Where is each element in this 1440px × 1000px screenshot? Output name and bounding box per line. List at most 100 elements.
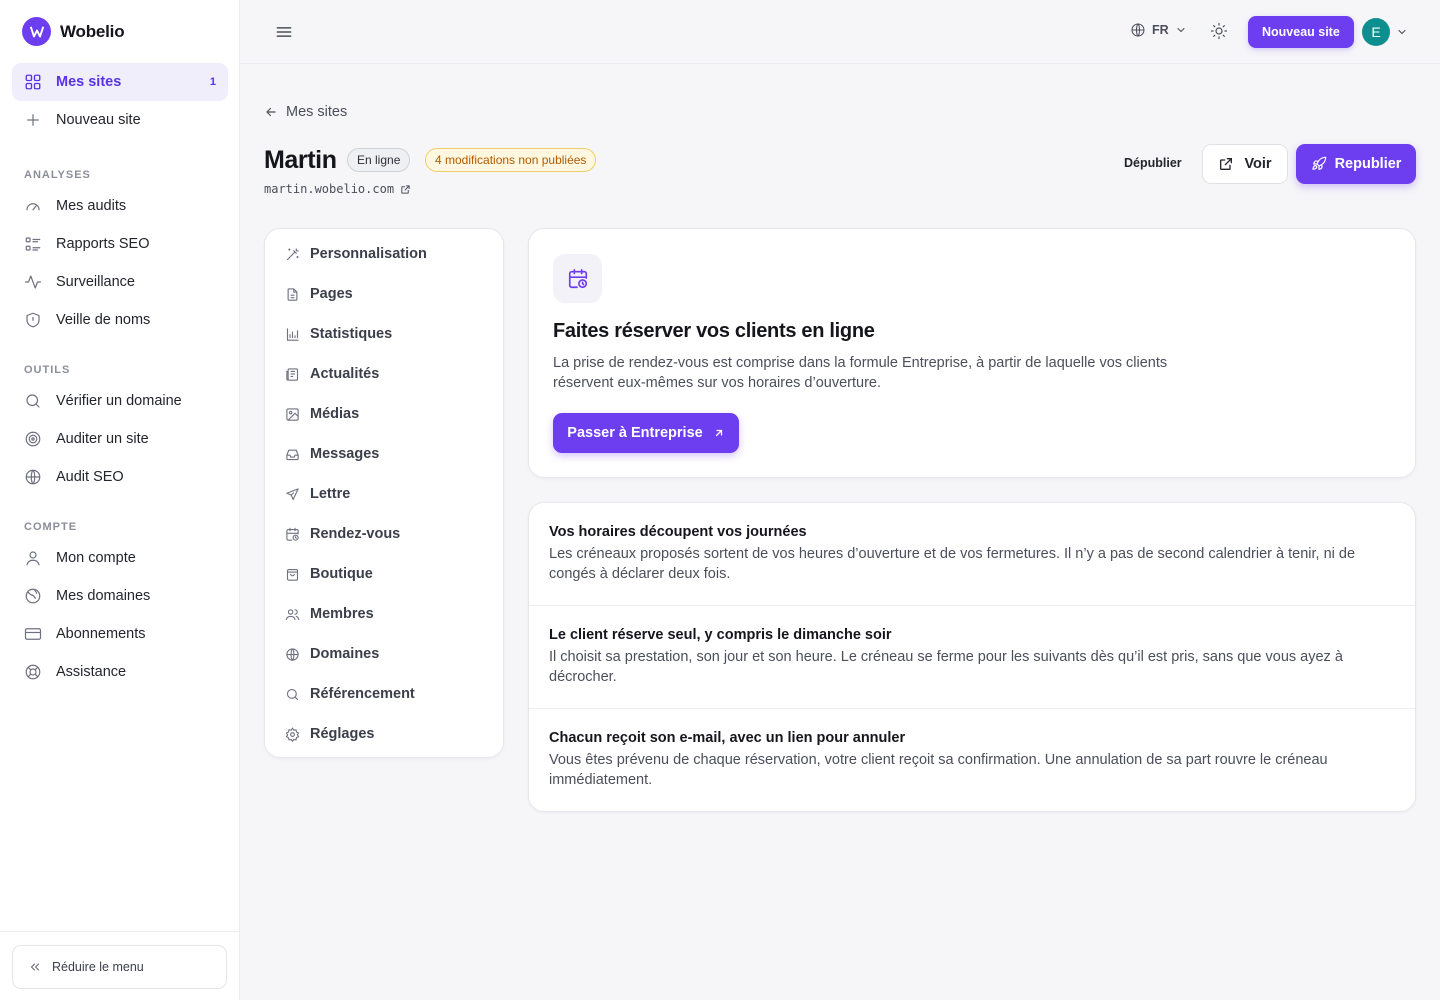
users-icon	[285, 607, 300, 622]
subnav-item-rendez-vous[interactable]: Rendez-vous	[265, 514, 503, 554]
language-label: FR	[1152, 23, 1169, 37]
new-site-button[interactable]: Nouveau site	[1248, 16, 1354, 48]
sidebar-item-surveillance[interactable]: Surveillance	[12, 263, 228, 301]
sidebar-item-label: Rapports SEO	[56, 236, 150, 252]
site-domain-link[interactable]: martin.wobelio.com	[264, 182, 411, 196]
subnav-item-reglages[interactable]: Réglages	[265, 714, 503, 754]
subnav-item-messages[interactable]: Messages	[265, 434, 503, 474]
sidebar-item-mes-sites[interactable]: Mes sites 1	[12, 63, 228, 101]
arrow-left-icon	[264, 105, 278, 119]
sidebar-item-label: Mes sites	[56, 74, 122, 90]
sidebar-item-label: Surveillance	[56, 274, 135, 290]
gear-icon	[285, 726, 300, 742]
subnav-item-statistiques[interactable]: Statistiques	[265, 314, 503, 354]
shopping-bag-icon	[285, 567, 300, 582]
lifebuoy-icon	[24, 663, 42, 681]
sidebar-item-assistance[interactable]: Assistance	[12, 653, 228, 691]
collapse-menu-label: Réduire le menu	[52, 960, 144, 974]
back-link[interactable]: Mes sites	[264, 104, 347, 120]
chevrons-left-icon	[28, 960, 42, 974]
view-site-label: Voir	[1244, 156, 1272, 172]
globe-icon	[1130, 22, 1146, 38]
sidebar-item-nouveau-site[interactable]: Nouveau site	[12, 101, 228, 139]
subnav-item-personnalisation[interactable]: Personnalisation	[265, 234, 503, 274]
upgrade-promo-card: Faites réserver vos clients en ligne La …	[528, 228, 1416, 478]
sidebar-item-rapports-seo[interactable]: Rapports SEO	[12, 225, 228, 263]
sidebar-item-verifier-domaine[interactable]: Vérifier un domaine	[12, 382, 228, 420]
sidebar-item-auditer-site[interactable]: Auditer un site	[12, 420, 228, 458]
globe-icon	[285, 647, 300, 662]
subnav-label: Personnalisation	[310, 246, 427, 262]
subnav-item-medias[interactable]: Médias	[265, 394, 503, 434]
send-icon	[285, 487, 300, 502]
feature-description: Vous êtes prévenu de chaque réservation,…	[549, 752, 1328, 788]
subnav-item-domaines[interactable]: Domaines	[265, 634, 503, 674]
sidebar-item-label: Veille de noms	[56, 312, 151, 328]
back-link-label: Mes sites	[286, 104, 348, 120]
sidebar-item-label: Nouveau site	[56, 112, 141, 128]
subnav-item-actualites[interactable]: Actualités	[265, 354, 503, 394]
count-badge: 1	[209, 76, 216, 88]
subnav-label: Lettre	[310, 486, 351, 502]
subnav-label: Pages	[310, 286, 353, 302]
subnav-label: Médias	[310, 406, 360, 422]
target-icon	[24, 430, 42, 448]
calendar-clock-icon	[553, 254, 602, 303]
grid-icon	[24, 73, 42, 91]
unpublish-button[interactable]: Dépublier	[1124, 156, 1182, 170]
external-link-icon	[400, 184, 411, 195]
upgrade-enterprise-button[interactable]: Passer à Entreprise	[553, 413, 739, 453]
user-icon	[24, 549, 42, 567]
avatar[interactable]: E	[1362, 18, 1390, 46]
chevron-down-icon[interactable]	[1396, 26, 1408, 38]
feature-title: Chacun reçoit son e-mail, avec un lien p…	[549, 730, 906, 746]
subnav-item-boutique[interactable]: Boutique	[265, 554, 503, 594]
feature-item: Chacun reçoit son e-mail, avec un lien p…	[529, 709, 1415, 811]
topbar: FR Nouveau site E	[240, 0, 1440, 64]
subnav-label: Actualités	[310, 366, 380, 382]
newspaper-icon	[285, 367, 300, 382]
feature-item: Vos horaires découpent vos journées Les …	[529, 503, 1415, 606]
sidebar-item-label: Assistance	[56, 664, 127, 680]
sun-icon[interactable]	[1210, 22, 1228, 40]
subnav-item-lettre[interactable]: Lettre	[265, 474, 503, 514]
brand-name: Wobelio	[60, 21, 125, 41]
promo-title: Faites réserver vos clients en ligne	[553, 320, 875, 342]
sidebar-item-label: Mes domaines	[56, 588, 151, 604]
sidebar-item-mes-audits[interactable]: Mes audits	[12, 187, 228, 225]
republish-label: Republier	[1334, 156, 1402, 172]
site-domain: martin.wobelio.com	[264, 182, 395, 196]
plus-icon	[24, 111, 42, 129]
subnav-item-referencement[interactable]: Référencement	[265, 674, 503, 714]
sidebar-item-abonnements[interactable]: Abonnements	[12, 615, 228, 653]
sidebar-item-veille-de-noms[interactable]: Veille de noms	[12, 301, 228, 339]
sidebar-item-label: Mes audits	[56, 198, 127, 214]
brand[interactable]: Wobelio	[22, 17, 125, 46]
search-icon	[285, 687, 300, 702]
feature-title: Le client réserve seul, y compris le dim…	[549, 627, 892, 643]
sidebar-item-mes-domaines[interactable]: Mes domaines	[12, 577, 228, 615]
section-title-outils: OUTILS	[24, 364, 71, 376]
subnav-item-pages[interactable]: Pages	[265, 274, 503, 314]
gauge-icon	[24, 197, 42, 215]
subnav-label: Réglages	[310, 726, 375, 742]
sidebar-item-audit-seo[interactable]: Audit SEO	[12, 458, 228, 496]
bar-chart-icon	[285, 327, 300, 342]
sidebar-item-label: Abonnements	[56, 626, 146, 642]
subnav-label: Référencement	[310, 686, 415, 702]
features-card: Vos horaires découpent vos journées Les …	[528, 502, 1416, 812]
collapse-menu-button[interactable]: Réduire le menu	[12, 945, 227, 989]
search-icon	[24, 392, 42, 410]
page-title: Martin	[264, 146, 337, 174]
upgrade-enterprise-label: Passer à Entreprise	[567, 425, 703, 441]
section-title-analyses: ANALYSES	[24, 169, 91, 181]
sidebar-item-mon-compte[interactable]: Mon compte	[12, 539, 228, 577]
subnav-item-membres[interactable]: Membres	[265, 594, 503, 634]
language-selector[interactable]: FR	[1130, 22, 1187, 38]
republish-button[interactable]: Republier	[1296, 144, 1416, 184]
subnav-label: Boutique	[310, 566, 373, 582]
subnav-label: Statistiques	[310, 326, 393, 342]
view-site-button[interactable]: Voir	[1202, 144, 1288, 184]
sidebar-item-label: Mon compte	[56, 550, 136, 566]
hamburger-menu-icon[interactable]	[274, 22, 294, 42]
